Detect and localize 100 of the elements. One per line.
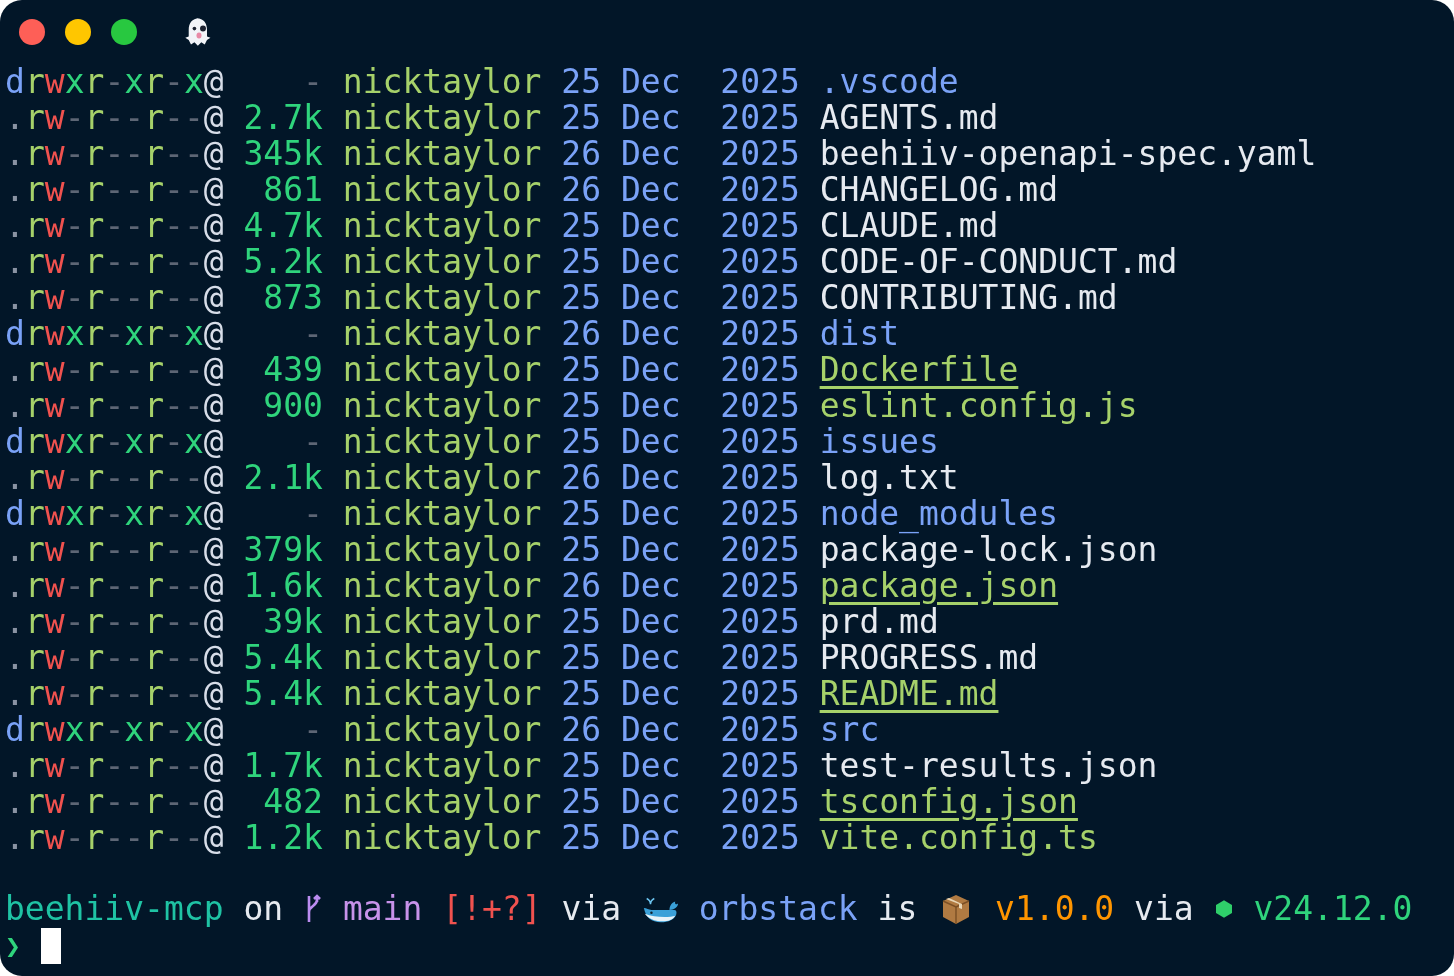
permissions-text: .rw-r--r--@ [5, 676, 224, 712]
file-name: CLAUDE.md [819, 208, 999, 244]
branch-text: main [342, 891, 423, 927]
year-text: 2025 [720, 280, 800, 316]
size-text: 861 [262, 172, 323, 208]
year-text: 2025 [720, 496, 800, 532]
zoom-button[interactable] [111, 19, 137, 45]
container-text: orbstack [698, 891, 858, 927]
size-text: 2.1k [243, 460, 323, 496]
file-name: CONTRIBUTING.md [819, 280, 1118, 316]
size-text: - [302, 424, 323, 460]
owner-text: nicktaylor [342, 820, 542, 856]
year-text: 2025 [720, 568, 800, 604]
month-text: Dec [620, 460, 681, 496]
permissions-text: drwxr-xr-x@ [5, 316, 224, 352]
size-text: 345k [243, 136, 323, 172]
day-text: 26 [561, 316, 602, 352]
owner-text: nicktaylor [342, 604, 542, 640]
git-status-text: [!+?] [442, 891, 542, 927]
month-text: Dec [620, 784, 681, 820]
file-name: Dockerfile [819, 352, 1019, 388]
file-name: README.md [819, 676, 999, 712]
year-text: 2025 [720, 172, 800, 208]
day-text: 25 [561, 496, 602, 532]
permissions-text: .rw-r--r--@ [5, 568, 224, 604]
year-text: 2025 [720, 676, 800, 712]
size-text: 900 [262, 388, 323, 424]
size-text: 379k [243, 532, 323, 568]
year-text: 2025 [720, 748, 800, 784]
day-text: 25 [561, 748, 602, 784]
permissions-text: drwxr-xr-x@ [5, 64, 224, 100]
size-text: 2.7k [243, 100, 323, 136]
permissions-text: .rw-r--r--@ [5, 640, 224, 676]
month-text: Dec [620, 244, 681, 280]
day-text: 25 [561, 208, 602, 244]
month-text: Dec [620, 100, 681, 136]
day-text: 25 [561, 64, 602, 100]
size-text: 5.4k [243, 640, 323, 676]
owner-text: nicktaylor [342, 244, 542, 280]
prompt-word: via [1134, 891, 1194, 927]
day-text: 26 [561, 136, 602, 172]
minimize-button[interactable] [65, 19, 91, 45]
month-text: Dec [620, 424, 681, 460]
owner-text: nicktaylor [342, 712, 542, 748]
owner-text: nicktaylor [342, 496, 542, 532]
permissions-text: .rw-r--r--@ [5, 748, 224, 784]
month-text: Dec [620, 820, 681, 856]
month-text: Dec [620, 496, 681, 532]
close-button[interactable] [19, 19, 45, 45]
file-name: .vscode [819, 64, 959, 100]
size-text: 482 [262, 784, 323, 820]
permissions-text: .rw-r--r--@ [5, 604, 224, 640]
day-text: 26 [561, 172, 602, 208]
day-text: 26 [561, 460, 602, 496]
file-name: beehiiv-openapi-spec.yaml [819, 136, 1317, 172]
month-text: Dec [620, 568, 681, 604]
day-text: 25 [561, 244, 602, 280]
day-text: 26 [561, 568, 602, 604]
year-text: 2025 [720, 352, 800, 388]
owner-text: nicktaylor [342, 640, 542, 676]
permissions-text: .rw-r--r--@ [5, 784, 224, 820]
year-text: 2025 [720, 604, 800, 640]
month-text: Dec [620, 136, 681, 172]
size-text: - [302, 64, 323, 100]
owner-text: nicktaylor [342, 388, 542, 424]
directory-text: beehiiv-mcp [5, 891, 224, 927]
owner-text: nicktaylor [342, 136, 542, 172]
permissions-text: .rw-r--r--@ [5, 208, 224, 244]
day-text: 25 [561, 352, 602, 388]
year-text: 2025 [720, 640, 800, 676]
day-text: 25 [561, 100, 602, 136]
file-name: vite.config.ts [819, 820, 1098, 856]
owner-text: nicktaylor [342, 568, 542, 604]
permissions-text: .rw-r--r--@ [5, 820, 224, 856]
file-name: PROGRESS.md [819, 640, 1039, 676]
year-text: 2025 [720, 244, 800, 280]
month-text: Dec [620, 712, 681, 748]
year-text: 2025 [720, 208, 800, 244]
file-name: AGENTS.md [819, 100, 999, 136]
month-text: Dec [620, 172, 681, 208]
permissions-text: drwxr-xr-x@ [5, 424, 224, 460]
size-text: 4.7k [243, 208, 323, 244]
size-text: 1.6k [243, 568, 323, 604]
size-text: 39k [262, 604, 323, 640]
prompt-word: on [243, 891, 284, 927]
year-text: 2025 [720, 316, 800, 352]
file-name: src [819, 712, 880, 748]
permissions-text: .rw-r--r--@ [5, 244, 224, 280]
day-text: 25 [561, 280, 602, 316]
owner-text: nicktaylor [342, 172, 542, 208]
owner-text: nicktaylor [342, 460, 542, 496]
file-name: prd.md [819, 604, 939, 640]
owner-text: nicktaylor [342, 676, 542, 712]
day-text: 25 [561, 640, 602, 676]
permissions-text: .rw-r--r--@ [5, 460, 224, 496]
month-text: Dec [620, 388, 681, 424]
owner-text: nicktaylor [342, 784, 542, 820]
year-text: 2025 [720, 64, 800, 100]
prompt-word: is [877, 891, 918, 927]
prompt-symbol: ❯ [5, 930, 21, 963]
